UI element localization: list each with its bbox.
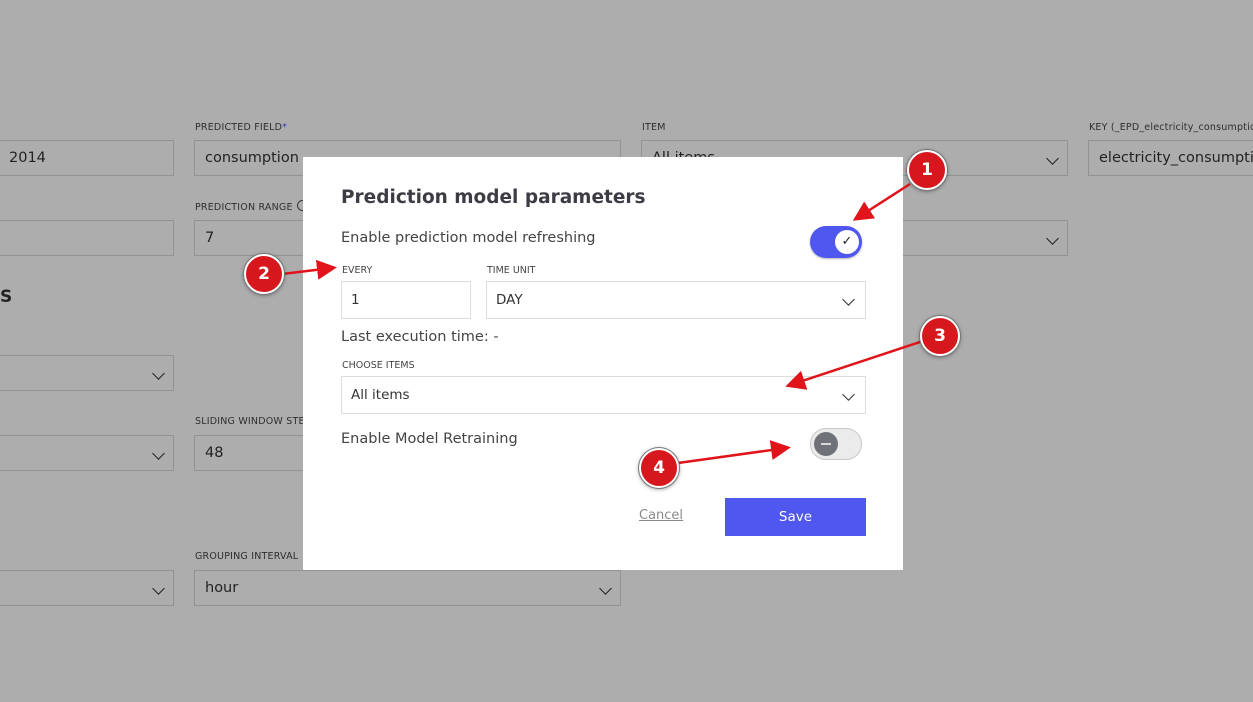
annotation-arrow-2 xyxy=(281,259,337,280)
annotation-arrow-4 xyxy=(677,440,791,465)
annotation-badge-4: 4 xyxy=(639,448,679,488)
annotation-arrow-1 xyxy=(852,182,911,221)
annotation-badge-1: 1 xyxy=(907,150,947,190)
annotation-arrows xyxy=(281,182,924,465)
annotation-arrow-3 xyxy=(785,339,924,390)
annotation-badge-2: 2 xyxy=(244,254,284,294)
annotation-badge-3: 3 xyxy=(920,316,960,356)
